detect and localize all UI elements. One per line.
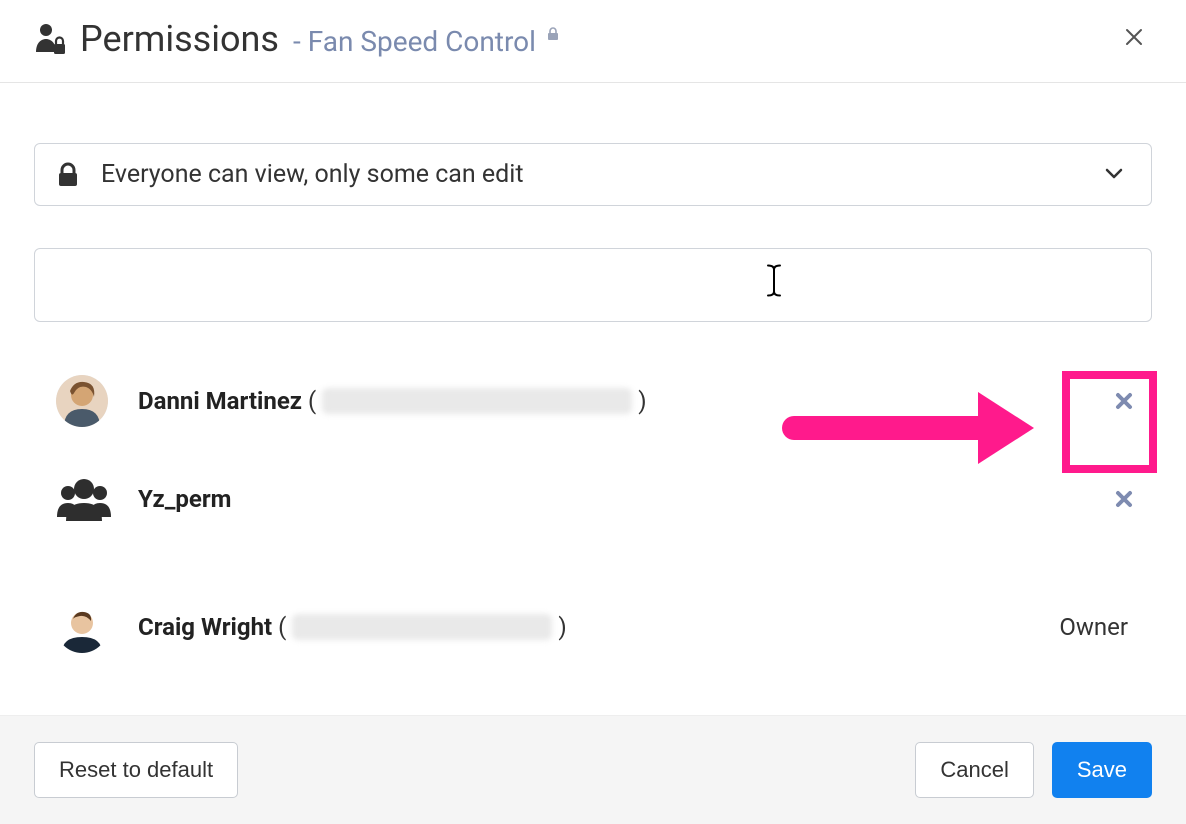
- remove-user-button[interactable]: [1112, 487, 1136, 511]
- save-button[interactable]: Save: [1052, 742, 1152, 798]
- redacted-email: [322, 388, 632, 414]
- user-search-container: [34, 248, 1152, 322]
- user-name: Danni Martinez: [138, 387, 302, 415]
- user-name: Yz_perm: [138, 485, 231, 513]
- user-info: Yz_perm: [138, 485, 1112, 513]
- avatar: [56, 601, 108, 653]
- user-info: Danni Martinez ( ): [138, 387, 1112, 415]
- remove-user-button[interactable]: [1112, 389, 1136, 413]
- page-title: Permissions: [80, 18, 279, 60]
- close-icon[interactable]: [1116, 22, 1152, 56]
- reset-to-default-button[interactable]: Reset to default: [34, 742, 238, 798]
- user-name: Craig Wright: [138, 613, 272, 641]
- group-icon: [56, 475, 112, 523]
- header-left: Permissions - Fan Speed Control: [34, 18, 559, 60]
- redacted-email: [292, 614, 552, 640]
- permission-level-dropdown[interactable]: Everyone can view, only some can edit: [34, 143, 1152, 206]
- lock-icon: [57, 162, 79, 188]
- user-list: Danni Martinez ( ): [34, 352, 1152, 676]
- owner-label: Owner: [1059, 613, 1128, 641]
- dialog-footer: Reset to default Cancel Save: [0, 715, 1186, 824]
- user-search-input[interactable]: [35, 249, 1151, 321]
- user-info: Craig Wright ( ): [138, 613, 1059, 641]
- user-row: Yz_perm: [34, 450, 1152, 548]
- user-row: Craig Wright ( ) Owner: [34, 578, 1152, 676]
- permission-level-label: Everyone can view, only some can edit: [101, 160, 524, 189]
- permissions-icon: [34, 22, 66, 56]
- cancel-button[interactable]: Cancel: [915, 742, 1033, 798]
- page-subtitle: - Fan Speed Control: [293, 25, 559, 58]
- chevron-down-icon: [1105, 165, 1123, 184]
- user-row: Danni Martinez ( ): [34, 352, 1152, 450]
- dialog-body: Everyone can view, only some can edit Da…: [0, 83, 1186, 696]
- dialog-header: Permissions - Fan Speed Control: [0, 0, 1186, 83]
- lock-icon: [547, 26, 559, 45]
- avatar: [56, 375, 108, 427]
